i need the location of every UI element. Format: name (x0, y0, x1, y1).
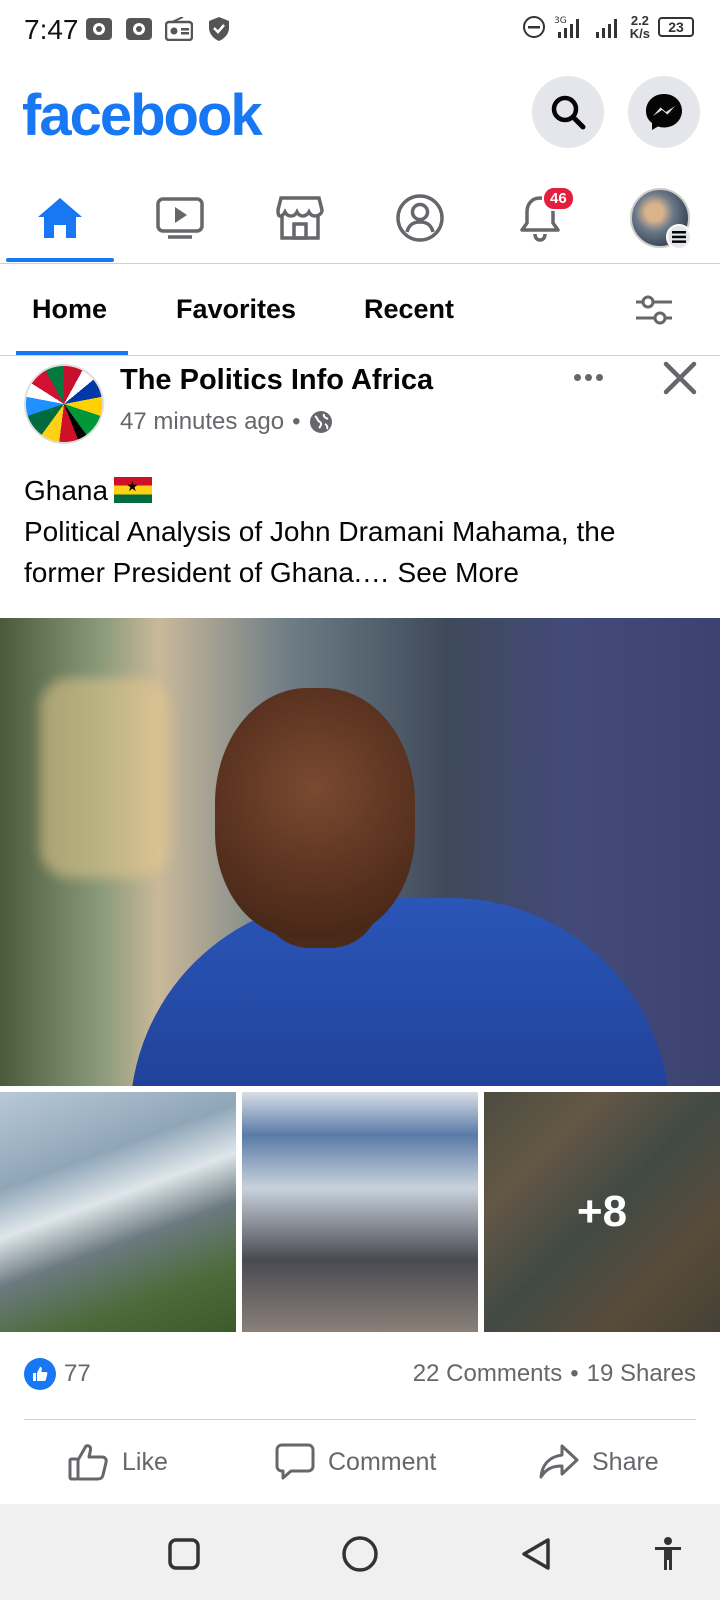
messenger-icon (646, 94, 682, 130)
like-button[interactable]: Like (68, 1440, 168, 1484)
post-main-photo[interactable] (0, 618, 720, 1086)
tab-video[interactable] (120, 174, 240, 262)
comment-button[interactable]: Comment (274, 1440, 436, 1484)
post-text: Ghana Political Analysis of John Dramani… (24, 470, 704, 593)
post-header: The Politics Info Africa 47 minutes ago … (0, 358, 720, 454)
post-actions: Like Comment Share (0, 1424, 720, 1504)
square-icon (168, 1538, 200, 1570)
facebook-logo: facebook (22, 83, 263, 148)
system-navigation-bar (0, 1504, 720, 1600)
post-photo-grid: +8 (0, 1092, 720, 1332)
post-time[interactable]: 47 minutes ago (120, 408, 284, 436)
shield-icon (204, 16, 234, 42)
avatar (630, 188, 692, 250)
tab-menu[interactable] (600, 174, 720, 262)
tab-home[interactable] (0, 174, 120, 262)
comment-icon (275, 1443, 315, 1480)
recents-button[interactable] (164, 1534, 204, 1574)
post-photo-thumb[interactable] (0, 1092, 236, 1332)
see-more-link[interactable]: See More (398, 557, 519, 588)
tab-recent[interactable]: Recent (364, 294, 454, 325)
tab-home-feed[interactable]: Home (32, 294, 107, 325)
tab-profile[interactable] (360, 174, 480, 262)
meta-separator: • (292, 408, 301, 435)
marketplace-icon (276, 196, 324, 240)
active-tab-indicator (6, 258, 114, 262)
home-button[interactable] (340, 1534, 380, 1574)
tab-favorites[interactable]: Favorites (176, 294, 296, 325)
post-photo-thumb-more[interactable]: +8 (484, 1092, 720, 1332)
video-icon (156, 197, 204, 239)
post-stats: 22 Comments • 19 Shares (412, 1360, 696, 1388)
comments-count[interactable]: 22 Comments (413, 1360, 562, 1388)
menu-icon (666, 224, 692, 250)
signal-3g-icon: 3G (554, 16, 579, 38)
active-feed-tab-indicator (16, 351, 128, 355)
more-photos-count: +8 (576, 1187, 628, 1236)
search-icon (551, 95, 586, 130)
status-time: 7:47 (24, 14, 79, 45)
circle-icon (342, 1536, 378, 1572)
feed-filter-tabs: Home Favorites Recent (0, 266, 720, 356)
signal-icon (595, 19, 617, 38)
notification-app-icon (124, 16, 154, 42)
dot-icon (595, 373, 603, 381)
accessibility-button[interactable] (648, 1534, 688, 1574)
triangle-back-icon (522, 1538, 550, 1570)
like-count[interactable]: 77 (64, 1360, 91, 1388)
post-photo-thumb[interactable] (242, 1092, 478, 1332)
globe-icon (309, 411, 332, 433)
shares-count[interactable]: 19 Shares (587, 1360, 696, 1388)
close-icon (663, 361, 697, 395)
notifications-badge: 46 (542, 186, 575, 211)
share-icon (539, 1444, 579, 1479)
reactions-bar: 77 22 Comments • 19 Shares (0, 1352, 720, 1396)
profile-icon (396, 194, 444, 242)
messenger-button[interactable] (628, 76, 700, 148)
home-icon (38, 198, 82, 238)
accessibility-icon (655, 1537, 681, 1570)
notification-app-icon (84, 16, 114, 42)
share-label: Share (592, 1447, 659, 1476)
share-button[interactable]: Share (538, 1440, 659, 1484)
network-speed: 2.2 K/s (629, 13, 650, 41)
divider (24, 1419, 696, 1420)
tab-notifications[interactable]: 46 (480, 174, 600, 262)
like-reaction-icon[interactable] (24, 1358, 56, 1390)
ghana-flag-icon (114, 477, 153, 503)
app-header: facebook (0, 64, 720, 174)
dnd-icon (522, 16, 545, 38)
dot-icon (584, 373, 592, 381)
like-label: Like (122, 1447, 168, 1476)
post-text-line1: Ghana (24, 475, 109, 506)
hide-post-button[interactable] (660, 358, 700, 398)
page-avatar[interactable] (24, 364, 104, 444)
back-button[interactable] (516, 1534, 556, 1574)
dot-icon (573, 373, 581, 381)
feed-filter-button[interactable] (634, 292, 674, 328)
post-text-body: Political Analysis of John Dramani Maham… (24, 516, 616, 588)
comment-label: Comment (328, 1447, 437, 1476)
post-more-button[interactable] (568, 362, 608, 392)
main-nav: 46 (0, 174, 720, 264)
battery-indicator: 23 (658, 17, 694, 37)
radio-icon (164, 16, 194, 42)
page-name[interactable]: The Politics Info Africa (120, 364, 433, 397)
svg-text:3G: 3G (554, 16, 567, 26)
status-bar: 7:47 3G 2.2 K/s 23 (0, 0, 720, 64)
sliders-icon (636, 295, 672, 325)
post-meta: 47 minutes ago • (120, 408, 333, 436)
tab-marketplace[interactable] (240, 174, 360, 262)
search-button[interactable] (532, 76, 604, 148)
thumbs-up-icon (68, 1444, 108, 1481)
